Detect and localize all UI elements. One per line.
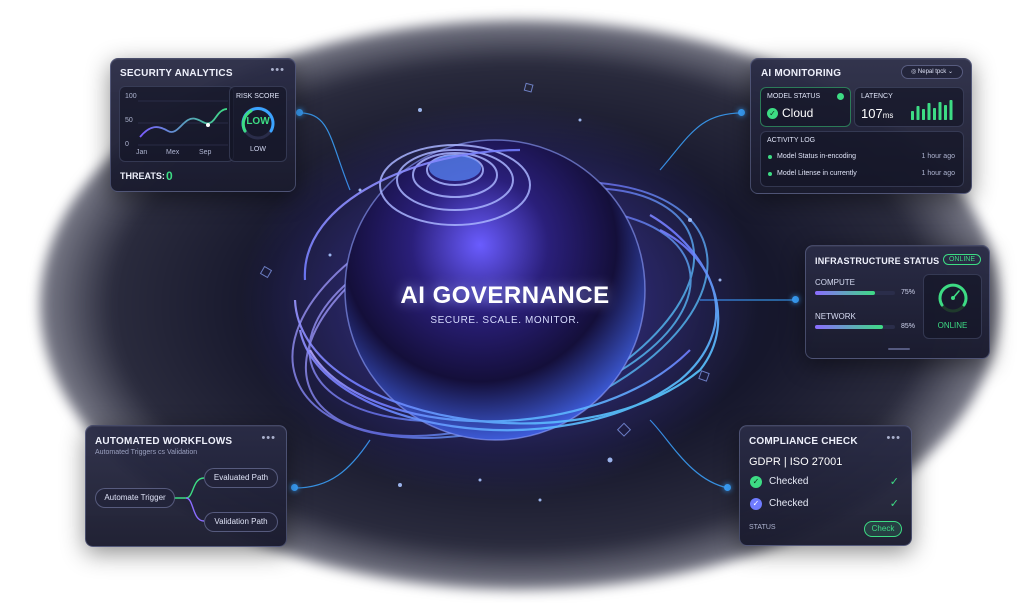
- threats-label: THREATS:: [120, 171, 165, 181]
- latency-bar: [927, 103, 931, 120]
- connector-node-workflows: [291, 484, 298, 491]
- latency-sparkbars: [911, 100, 953, 120]
- hero-subtitle: SECURE. SCALE. MONITOR.: [430, 315, 580, 326]
- infrastructure-status-card[interactable]: INFRASTRUCTURE STATUS ONLINE COMPUTE 75%…: [805, 245, 990, 359]
- checkmark-icon: ✓: [889, 498, 899, 510]
- topic-dropdown[interactable]: ◎ Nepal tpck ⌄: [901, 65, 963, 79]
- y-tick: 0: [125, 141, 129, 148]
- status-label: STATUS: [749, 524, 776, 531]
- infrastructure-title: INFRASTRUCTURE STATUS: [815, 256, 940, 266]
- latency-panel: LATENCY 107ms: [854, 87, 964, 127]
- topic-dropdown-value: Nepal tpck: [917, 69, 947, 75]
- connector-node-monitoring: [738, 109, 745, 116]
- latency-label: LATENCY: [861, 93, 893, 100]
- latency-bar: [933, 108, 936, 120]
- compliance-item: Checked: [769, 498, 809, 509]
- risk-score-panel: RISK SCORE LOW LOW: [229, 86, 287, 162]
- compliance-standards: GDPR | ISO 27001: [749, 456, 843, 468]
- security-analytics-card[interactable]: SECURITY ANALYTICS ••• 100 50 0 Jan Mex …: [110, 58, 296, 192]
- connector-node-infrastructure: [792, 296, 799, 303]
- connector-node-security: [296, 109, 303, 116]
- log-entry-time: 1 hour ago: [921, 170, 955, 177]
- more-options-icon[interactable]: •••: [886, 432, 901, 444]
- checkmark-icon: ✓: [889, 476, 899, 488]
- log-dot-icon: [768, 155, 772, 159]
- gauge-label: ONLINE: [937, 321, 968, 330]
- compliance-item: Checked: [769, 476, 809, 487]
- compute-bar-fill: [815, 291, 875, 295]
- network-bar-track: [815, 325, 895, 329]
- globe-icon: ◎: [911, 69, 917, 75]
- automated-workflows-card[interactable]: AUTOMATED WORKFLOWS ••• Automated Trigge…: [85, 425, 287, 547]
- network-label: NETWORK: [815, 312, 856, 321]
- connector-node-compliance: [724, 484, 731, 491]
- y-tick: 100: [125, 93, 137, 100]
- latency-number: 107: [861, 106, 883, 121]
- log-entry-text: Model Litense in currently: [777, 170, 857, 177]
- security-analytics-title: SECURITY ANALYTICS: [120, 68, 233, 79]
- compute-value: 75%: [901, 289, 916, 296]
- log-dot-icon: [768, 172, 772, 176]
- latency-bar: [916, 106, 920, 120]
- latency-bar: [911, 111, 914, 120]
- speedometer-icon: [938, 283, 968, 313]
- latency-bar: [949, 100, 953, 120]
- hero-title: AI GOVERNANCE: [400, 282, 610, 309]
- chevron-down-icon: ⌄: [947, 69, 953, 75]
- log-entry-time: 1 hour ago: [921, 153, 955, 160]
- log-entry-text: Model Status in-encoding: [777, 153, 856, 160]
- x-tick: Mex: [166, 149, 180, 156]
- check-circle-icon: ✓: [750, 498, 762, 510]
- check-button[interactable]: Check: [864, 521, 902, 537]
- x-tick: Sep: [199, 149, 212, 156]
- ai-monitoring-card[interactable]: AI MONITORING ◎ Nepal tpck ⌄ MODEL STATU…: [750, 58, 972, 194]
- latency-bar: [922, 109, 925, 120]
- latency-unit: ms: [882, 111, 894, 120]
- compliance-title: COMPLIANCE CHECK: [749, 436, 858, 447]
- model-status-value: Cloud: [782, 106, 814, 120]
- status-dot-icon: [837, 93, 844, 100]
- risk-score-label: RISK SCORE: [236, 93, 280, 100]
- check-circle-icon: ✓: [750, 476, 762, 488]
- risk-score-caption: LOW: [250, 146, 266, 153]
- network-bar-fill: [815, 325, 883, 329]
- check-circle-icon: ✓: [767, 108, 778, 119]
- more-options-icon[interactable]: •••: [270, 64, 285, 76]
- y-tick: 50: [125, 117, 133, 124]
- security-trend-chart: 100 50 0 Jan Mex Sep: [119, 86, 234, 162]
- pagination-dots: [888, 348, 910, 350]
- compliance-check-card[interactable]: COMPLIANCE CHECK ••• GDPR | ISO 27001 ✓ …: [739, 425, 912, 546]
- ai-monitoring-title: AI MONITORING: [761, 68, 842, 79]
- activity-log-panel: ACTIVITY LOG Model Status in-encoding 1 …: [760, 131, 964, 187]
- automate-trigger-node[interactable]: Automate Trigger: [95, 488, 175, 508]
- risk-score-value: LOW: [246, 116, 270, 127]
- latency-value: 107ms: [861, 105, 893, 123]
- validation-path-node[interactable]: Validation Path: [204, 512, 278, 532]
- compute-bar-track: [815, 291, 895, 295]
- threats-value: 0: [166, 169, 173, 183]
- online-gauge-panel: ONLINE: [923, 274, 982, 339]
- trend-line: [138, 100, 228, 146]
- evaluated-path-node[interactable]: Evaluated Path: [204, 468, 278, 488]
- activity-log-title: ACTIVITY LOG: [767, 137, 816, 144]
- model-status-label: MODEL STATUS: [767, 93, 821, 100]
- latency-bar: [944, 105, 947, 120]
- model-status-panel: MODEL STATUS ✓ Cloud: [760, 87, 851, 127]
- compute-label: COMPUTE: [815, 278, 855, 287]
- latency-bar: [938, 102, 942, 120]
- x-tick: Jan: [136, 149, 148, 156]
- online-badge: ONLINE: [942, 254, 981, 265]
- network-value: 85%: [901, 323, 916, 330]
